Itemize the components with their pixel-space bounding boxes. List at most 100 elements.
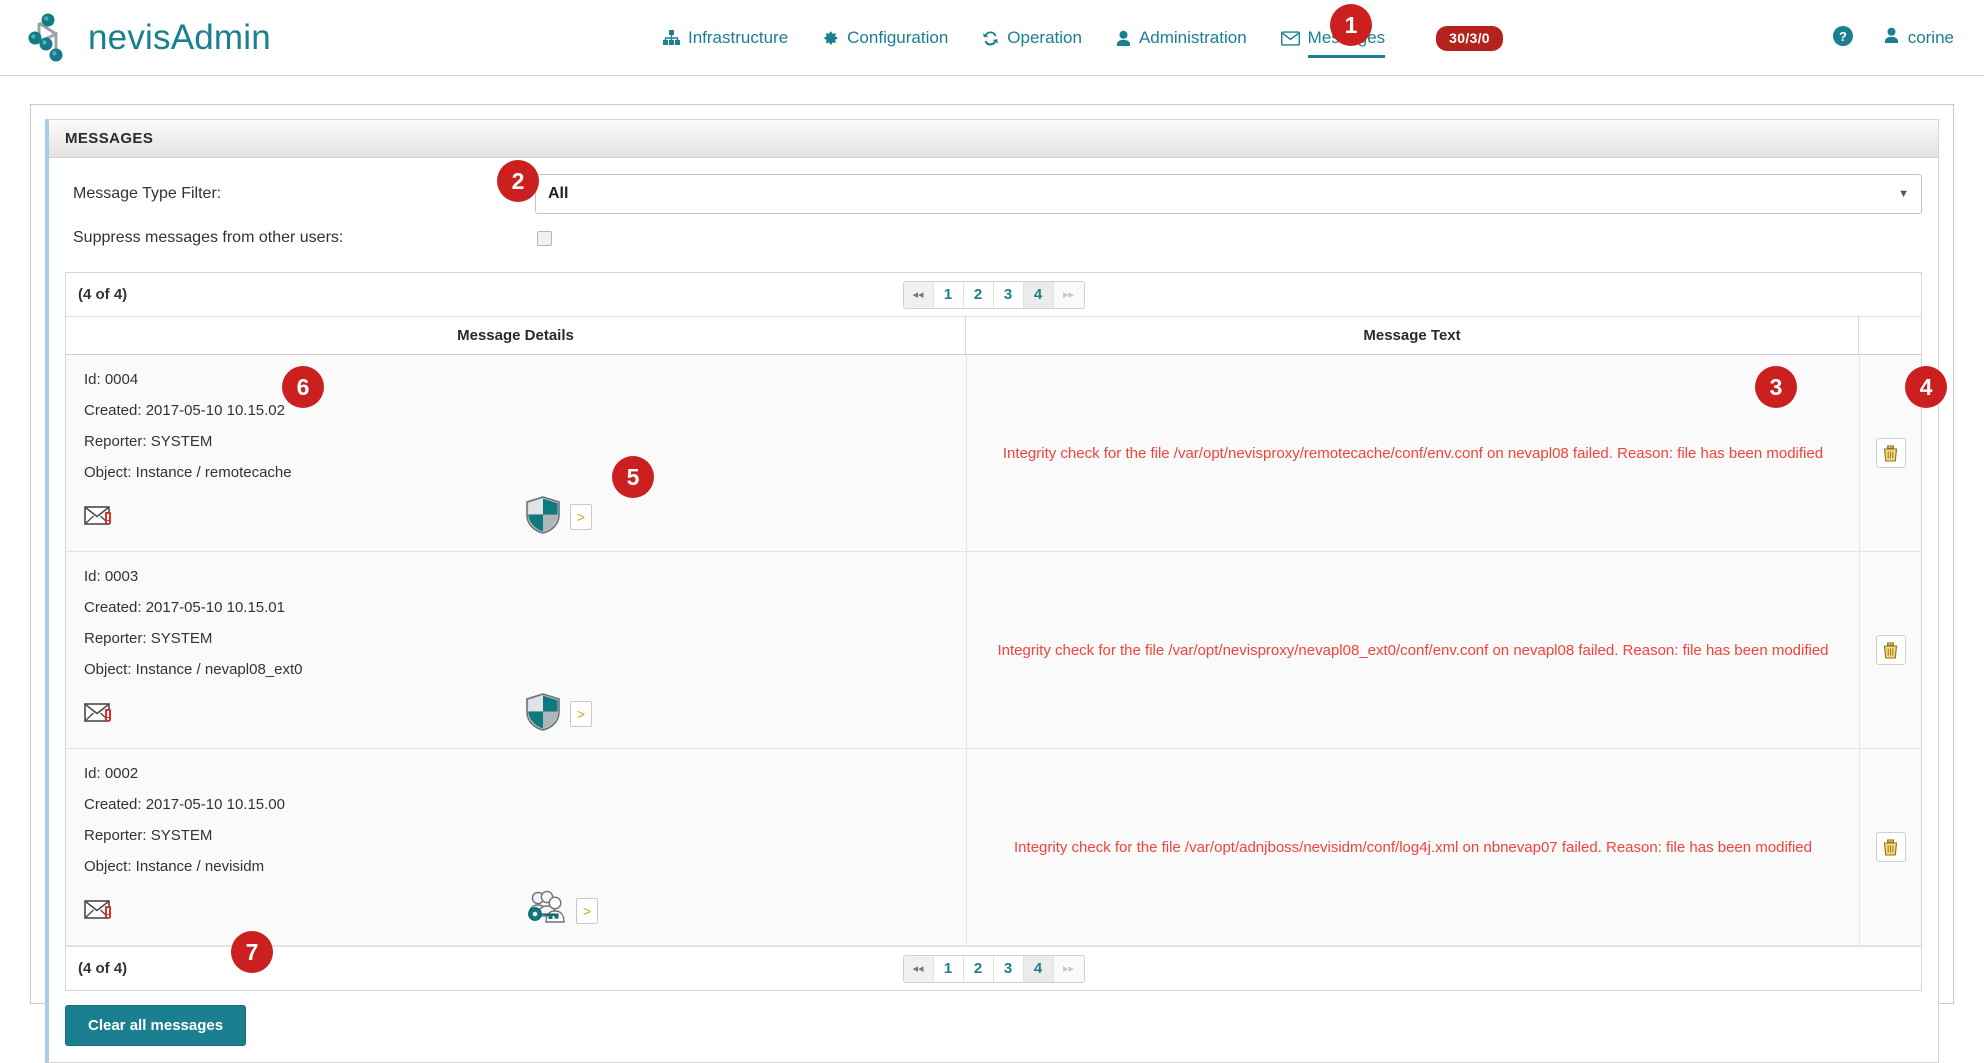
nav-item-administration[interactable]: Administration (1113, 0, 1250, 76)
nav-label: Configuration (847, 28, 949, 47)
current-user[interactable]: corine (1884, 27, 1954, 49)
message-text-cell: Integrity check for the file /var/opt/ne… (966, 552, 1859, 748)
delete-message-button[interactable] (1875, 832, 1906, 862)
panel-body: Message Type Filter: All ▼ Suppress mess… (49, 158, 1938, 1062)
sitemap-icon (663, 30, 680, 46)
suppress-messages-row: Suppress messages from other users: (65, 216, 1922, 260)
envelope-icon (1280, 30, 1300, 46)
messages-panel: MESSAGES Message Type Filter: All ▼ Supp… (45, 119, 1939, 1063)
message-type-group: > (524, 889, 598, 934)
message-text: Integrity check for the file /var/opt/ad… (1014, 838, 1812, 856)
suppress-messages-checkbox[interactable] (537, 230, 552, 246)
message-detail-button[interactable]: > (576, 898, 598, 924)
table-header: Message Details Message Text (66, 317, 1921, 355)
trash-icon (1883, 838, 1898, 856)
message-object: Object: Instance / remotecache (84, 464, 292, 481)
message-detail-button[interactable]: > (570, 701, 592, 727)
message-details-cell: Id: 0003 Created: 2017-05-10 10.15.01 Re… (66, 552, 966, 748)
callout-marker-4: 4 (1905, 366, 1947, 408)
page-button-2[interactable]: 2 (963, 955, 994, 982)
chevron-down-icon: ▼ (1898, 188, 1909, 200)
message-created: Created: 2017-05-10 10.15.02 (84, 402, 285, 419)
message-created: Created: 2017-05-10 10.15.01 (84, 599, 285, 616)
pagination-top: ◂◂ 1 2 3 4 ▸▸ (902, 280, 1085, 309)
delete-message-button[interactable] (1875, 438, 1906, 468)
help-circle-icon[interactable]: ? (1832, 25, 1854, 52)
column-header-message-text: Message Text (966, 317, 1859, 354)
page-last-button[interactable]: ▸▸ (1053, 281, 1084, 308)
message-count-badge[interactable]: 30/3/0 (1436, 25, 1503, 51)
record-count-top: (4 of 4) (78, 286, 128, 303)
nav-item-messages[interactable]: Messages (1278, 0, 1388, 76)
page-button-3[interactable]: 3 (993, 281, 1024, 308)
page-button-3[interactable]: 3 (993, 955, 1024, 982)
page-first-button[interactable]: ◂◂ (903, 281, 934, 308)
message-type-group: > (524, 495, 592, 540)
page-button-4[interactable]: 4 (1023, 955, 1054, 982)
callout-marker-6: 6 (282, 366, 324, 408)
message-object: Object: Instance / nevisidm (84, 858, 265, 875)
callout-marker-7: 7 (231, 931, 273, 973)
user-name: corine (1907, 28, 1954, 47)
page-body: MESSAGES Message Type Filter: All ▼ Supp… (0, 4, 1984, 1063)
main-nav: Infrastructure Configuration Operation A… (660, 0, 1503, 76)
nav-label: Operation (1007, 28, 1082, 47)
nav-item-infrastructure[interactable]: Infrastructure (660, 0, 791, 76)
message-actions-cell (1859, 552, 1921, 748)
message-id: Id: 0004 (84, 371, 139, 388)
message-text-cell: Integrity check for the file /var/opt/ne… (966, 355, 1859, 551)
top-navigation-bar: nevisAdmin Infrastructure Configuration … (0, 0, 1984, 76)
callout-marker-5: 5 (612, 456, 654, 498)
message-reporter: Reporter: SYSTEM (84, 827, 213, 844)
brand-name: nevisAdmin (88, 17, 271, 57)
message-reporter: Reporter: SYSTEM (84, 630, 213, 647)
pager-bottom: (4 of 4) ◂◂ 1 2 3 4 ▸▸ (66, 946, 1921, 990)
envelope-error-icon (84, 701, 118, 727)
message-type-filter-label: Message Type Filter: (73, 185, 222, 202)
brand[interactable]: nevisAdmin (0, 12, 271, 64)
record-count-bottom: (4 of 4) (78, 960, 128, 977)
envelope-error-icon (84, 504, 118, 530)
page-last-button[interactable]: ▸▸ (1053, 955, 1084, 982)
callout-marker-1: 1 (1330, 4, 1372, 46)
message-type-filter-value: All (548, 185, 569, 202)
shield-icon (524, 692, 562, 737)
table-row: Id: 0004 Created: 2017-05-10 10.15.02 Re… (66, 355, 1921, 552)
message-id: Id: 0003 (84, 568, 139, 585)
page-button-4[interactable]: 4 (1023, 281, 1054, 308)
nav-item-operation[interactable]: Operation (979, 0, 1085, 76)
svg-text:?: ? (1839, 29, 1847, 44)
message-text: Integrity check for the file /var/opt/ne… (997, 641, 1829, 659)
delete-message-button[interactable] (1875, 635, 1906, 665)
nav-label: Infrastructure (688, 28, 789, 47)
message-actions-cell (1859, 749, 1921, 945)
shield-icon (524, 495, 562, 540)
user-icon (1884, 27, 1899, 49)
envelope-error-icon (84, 898, 118, 924)
network-nodes-icon (26, 12, 70, 64)
nav-label: Administration (1138, 28, 1247, 47)
callout-marker-2: 2 (497, 160, 539, 202)
table-row: Id: 0002 Created: 2017-05-10 10.15.00 Re… (66, 749, 1921, 946)
message-reporter: Reporter: SYSTEM (84, 433, 213, 450)
pager-top: (4 of 4) ◂◂ 1 2 3 4 ▸▸ (66, 273, 1921, 317)
message-details-cell: Id: 0002 Created: 2017-05-10 10.15.00 Re… (66, 749, 966, 945)
page-button-2[interactable]: 2 (963, 281, 994, 308)
suppress-messages-label: Suppress messages from other users: (73, 229, 344, 246)
gear-icon (822, 30, 839, 47)
message-id: Id: 0002 (84, 765, 139, 782)
message-detail-button[interactable]: > (570, 504, 592, 530)
user-icon (1116, 30, 1131, 47)
nav-item-configuration[interactable]: Configuration (819, 0, 951, 76)
page-first-button[interactable]: ◂◂ (903, 955, 934, 982)
message-icons-row: > (84, 692, 966, 737)
clear-all-messages-button[interactable]: Clear all messages (65, 1005, 247, 1046)
message-type-filter-select[interactable]: All ▼ (535, 174, 1922, 214)
page-button-1[interactable]: 1 (933, 281, 964, 308)
message-type-filter-row: Message Type Filter: All ▼ (65, 172, 1922, 216)
column-header-message-details: Message Details (66, 317, 966, 354)
table-row: Id: 0003 Created: 2017-05-10 10.15.01 Re… (66, 552, 1921, 749)
pagination-bottom: ◂◂ 1 2 3 4 ▸▸ (902, 954, 1085, 983)
page-title: MESSAGES (49, 120, 1938, 158)
page-button-1[interactable]: 1 (933, 955, 964, 982)
